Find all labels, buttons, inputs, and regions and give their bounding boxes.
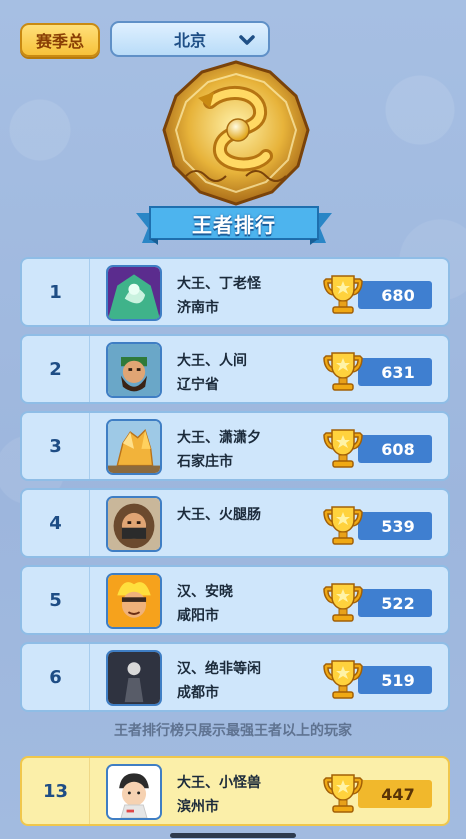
chevron-down-icon: [239, 35, 255, 45]
cartoon-kid-icon: [108, 766, 160, 818]
ranking-row[interactable]: 2 大王、人间 辽宁省 631: [20, 334, 450, 404]
rank-number: 5: [22, 567, 90, 633]
home-indicator: [170, 833, 296, 838]
ranking-row[interactable]: 1 大王、丁老怪 济南市 680: [20, 257, 450, 327]
score-value: 522: [358, 589, 432, 617]
player-city: 滨州市: [177, 799, 219, 815]
avatar: [106, 419, 162, 475]
trophy-icon: [323, 506, 363, 545]
score-value: 447: [358, 780, 432, 808]
ranking-row[interactable]: 4 大王、火腿肠 539: [20, 488, 450, 558]
city-dropdown-value: 北京: [173, 31, 206, 50]
player-name: 汉、安晓: [177, 584, 233, 600]
bearded-general-icon: [108, 344, 160, 396]
hooded-traveler-icon: [108, 498, 160, 550]
ranking-note: 王者排行榜只展示最强王者以上的玩家: [114, 723, 352, 739]
ranking-title: 王者排行: [192, 212, 276, 237]
trophy-icon: [323, 583, 363, 622]
avatar: [106, 342, 162, 398]
rank-number: 4: [22, 490, 90, 556]
player-name: 大王、小怪兽: [177, 775, 261, 791]
trophy-icon: [323, 352, 363, 391]
trophy-icon: [323, 275, 363, 314]
flame-boy-icon: [108, 575, 160, 627]
season-total-button[interactable]: 赛季总: [20, 23, 100, 57]
gold-crystal-icon: [108, 421, 160, 473]
score-value: 631: [358, 358, 432, 386]
rank-number: 6: [22, 644, 90, 710]
dark-figure-icon: [108, 652, 160, 704]
rank-number: 1: [22, 259, 90, 325]
player-city: 石家庄市: [177, 454, 233, 470]
trophy-icon: [323, 429, 363, 468]
top-bar: 赛季总 北京: [0, 0, 466, 60]
city-dropdown[interactable]: 北京: [110, 21, 270, 57]
player-name: 大王、火腿肠: [177, 507, 261, 523]
score-value: 519: [358, 666, 432, 694]
dragon-emblem-icon: [162, 60, 310, 206]
score-value: 539: [358, 512, 432, 540]
player-name: 大王、潇潇夕: [177, 430, 261, 446]
my-ranking-row[interactable]: 13 大王、小怪兽 滨州市 447: [20, 756, 450, 826]
rank-number: 3: [22, 413, 90, 479]
player-name: 大王、人间: [177, 353, 247, 369]
avatar: [106, 650, 162, 706]
player-city: 辽宁省: [177, 377, 219, 393]
score-value: 608: [358, 435, 432, 463]
player-name: 汉、绝非等闲: [177, 661, 261, 677]
player-city: 济南市: [177, 300, 219, 316]
avatar: [106, 764, 162, 820]
player-name: 大王、丁老怪: [177, 276, 261, 292]
avatar: [106, 573, 162, 629]
season-total-label: 赛季总: [35, 32, 84, 51]
score-value: 680: [358, 281, 432, 309]
player-city: 咸阳市: [177, 608, 219, 624]
avatar: [106, 265, 162, 321]
trophy-icon: [323, 774, 363, 813]
jade-warrior-icon: [108, 267, 160, 319]
trophy-icon: [323, 660, 363, 699]
player-city: 成都市: [177, 685, 219, 701]
ranking-row[interactable]: 6 汉、绝非等闲 成都市 519: [20, 642, 450, 712]
avatar: [106, 496, 162, 552]
rank-number: 2: [22, 336, 90, 402]
rank-number: 13: [22, 758, 90, 824]
ranking-row[interactable]: 5 汉、安晓 咸阳市 522: [20, 565, 450, 635]
ranking-row[interactable]: 3 大王、潇潇夕 石家庄市 608: [20, 411, 450, 481]
